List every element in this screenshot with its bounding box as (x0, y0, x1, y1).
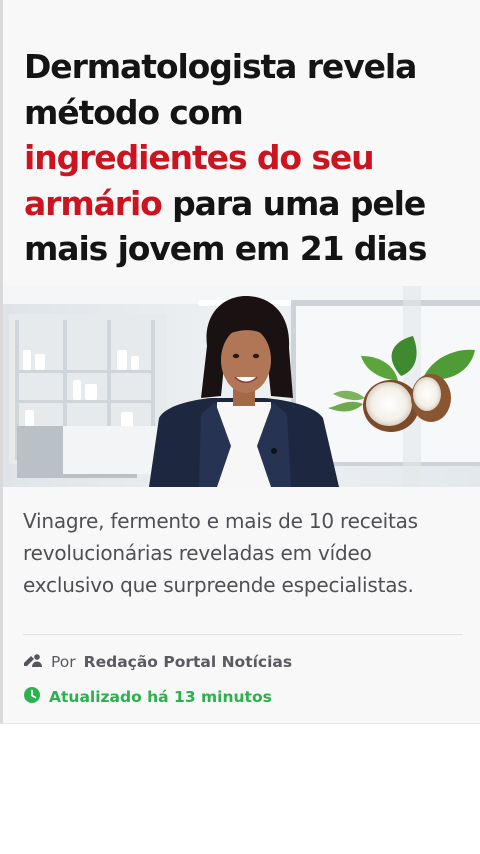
divider (23, 634, 463, 635)
byline-author: Redação Portal Notícias (83, 653, 293, 671)
clock-icon (23, 686, 41, 708)
hero-image (3, 286, 480, 487)
updated-text: Atualizado há 13 minutos (49, 688, 272, 706)
byline-prefix: Por (51, 653, 76, 671)
article-dek: Vinagre, fermento e mais de 10 receitas … (23, 509, 418, 597)
byline: Por Redação Portal Notícias (23, 652, 292, 672)
edit-user-icon (23, 652, 43, 672)
article-card: Dermatologista revela método com ingredi… (0, 0, 480, 724)
hero-illustration (3, 286, 480, 487)
updated-timestamp: Atualizado há 13 minutos (23, 686, 272, 708)
headline-part-1: Dermatologista revela método com (24, 47, 417, 132)
article-headline: Dermatologista revela método com ingredi… (24, 44, 474, 272)
